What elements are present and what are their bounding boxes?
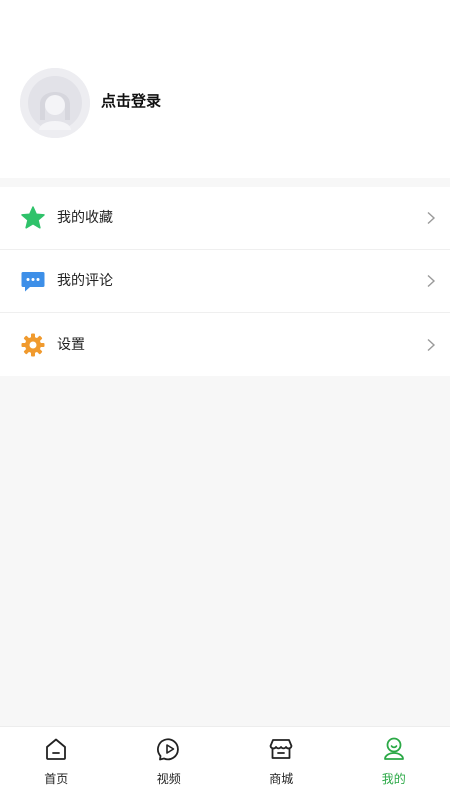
menu-item-label: 我的收藏 <box>57 210 113 226</box>
tab-label: 我的 <box>381 772 406 786</box>
menu-item-comments[interactable]: 我的评论 <box>0 250 450 313</box>
shop-icon <box>268 736 294 762</box>
login-prompt[interactable]: 点击登录 <box>101 90 161 112</box>
home-icon <box>43 736 69 762</box>
chevron-right-icon <box>424 211 438 225</box>
tab-home[interactable]: 首页 <box>0 727 113 800</box>
default-avatar-icon[interactable] <box>20 68 90 138</box>
profile-header: 点击登录 <box>0 0 450 178</box>
bottom-tab-bar: 首页 视频 商城 我的 <box>0 726 450 800</box>
star-icon <box>20 205 46 231</box>
profile-screen: 点击登录 我的收藏 我的评论 设置 首页 视频 商城 我的 <box>0 0 450 800</box>
menu-item-favorites[interactable]: 我的收藏 <box>0 187 450 250</box>
video-play-icon <box>156 736 182 762</box>
profile-icon <box>381 736 407 762</box>
menu-item-settings[interactable]: 设置 <box>0 313 450 376</box>
comment-icon <box>20 268 46 294</box>
gear-icon <box>20 332 46 358</box>
tab-label: 视频 <box>156 772 181 786</box>
tab-mine[interactable]: 我的 <box>338 727 450 800</box>
tab-shop[interactable]: 商城 <box>225 727 338 800</box>
tab-label: 商城 <box>269 772 294 786</box>
menu-item-label: 我的评论 <box>57 273 113 289</box>
menu-list: 我的收藏 我的评论 设置 <box>0 187 450 376</box>
tab-label: 首页 <box>44 772 69 786</box>
menu-item-label: 设置 <box>57 336 85 353</box>
tab-video[interactable]: 视频 <box>113 727 226 800</box>
chevron-right-icon <box>424 338 438 352</box>
chevron-right-icon <box>424 274 438 288</box>
